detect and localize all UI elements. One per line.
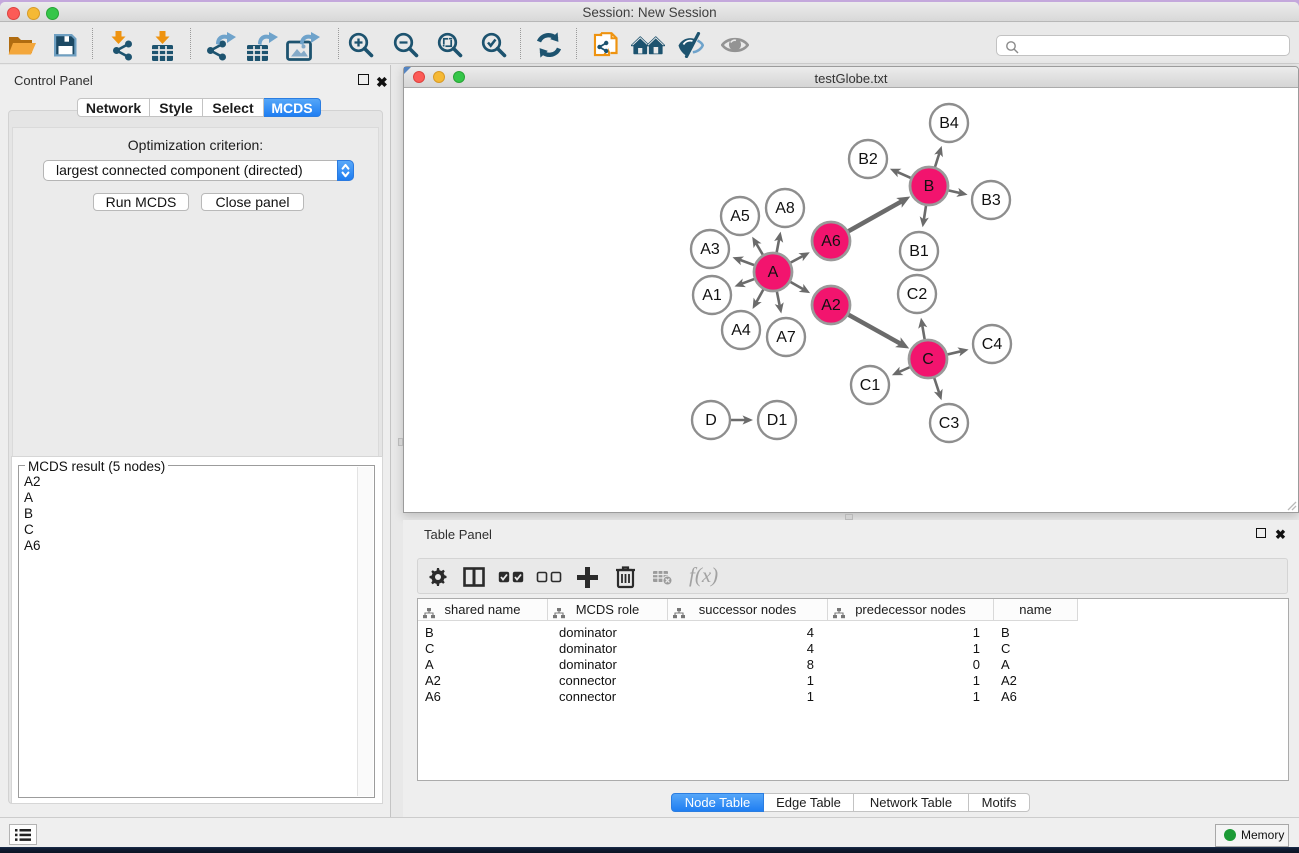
svg-text:C2: C2 xyxy=(907,286,928,303)
svg-text:A2: A2 xyxy=(821,297,841,314)
svg-text:A5: A5 xyxy=(730,208,750,225)
svg-text:D1: D1 xyxy=(767,412,788,429)
svg-text:A3: A3 xyxy=(700,241,720,258)
svg-text:A4: A4 xyxy=(731,322,751,339)
svg-text:C4: C4 xyxy=(982,336,1003,353)
svg-text:B4: B4 xyxy=(939,115,959,132)
svg-text:B3: B3 xyxy=(981,192,1001,209)
svg-text:A1: A1 xyxy=(702,287,722,304)
svg-text:A8: A8 xyxy=(775,200,795,217)
svg-text:B: B xyxy=(924,178,935,195)
svg-text:A: A xyxy=(768,264,779,281)
svg-text:B1: B1 xyxy=(909,243,929,260)
svg-text:C3: C3 xyxy=(939,415,960,432)
svg-text:B2: B2 xyxy=(858,151,878,168)
svg-text:D: D xyxy=(705,412,717,429)
svg-text:C1: C1 xyxy=(860,377,881,394)
svg-text:A7: A7 xyxy=(776,329,796,346)
svg-text:C: C xyxy=(922,351,934,368)
svg-text:A6: A6 xyxy=(821,233,841,250)
